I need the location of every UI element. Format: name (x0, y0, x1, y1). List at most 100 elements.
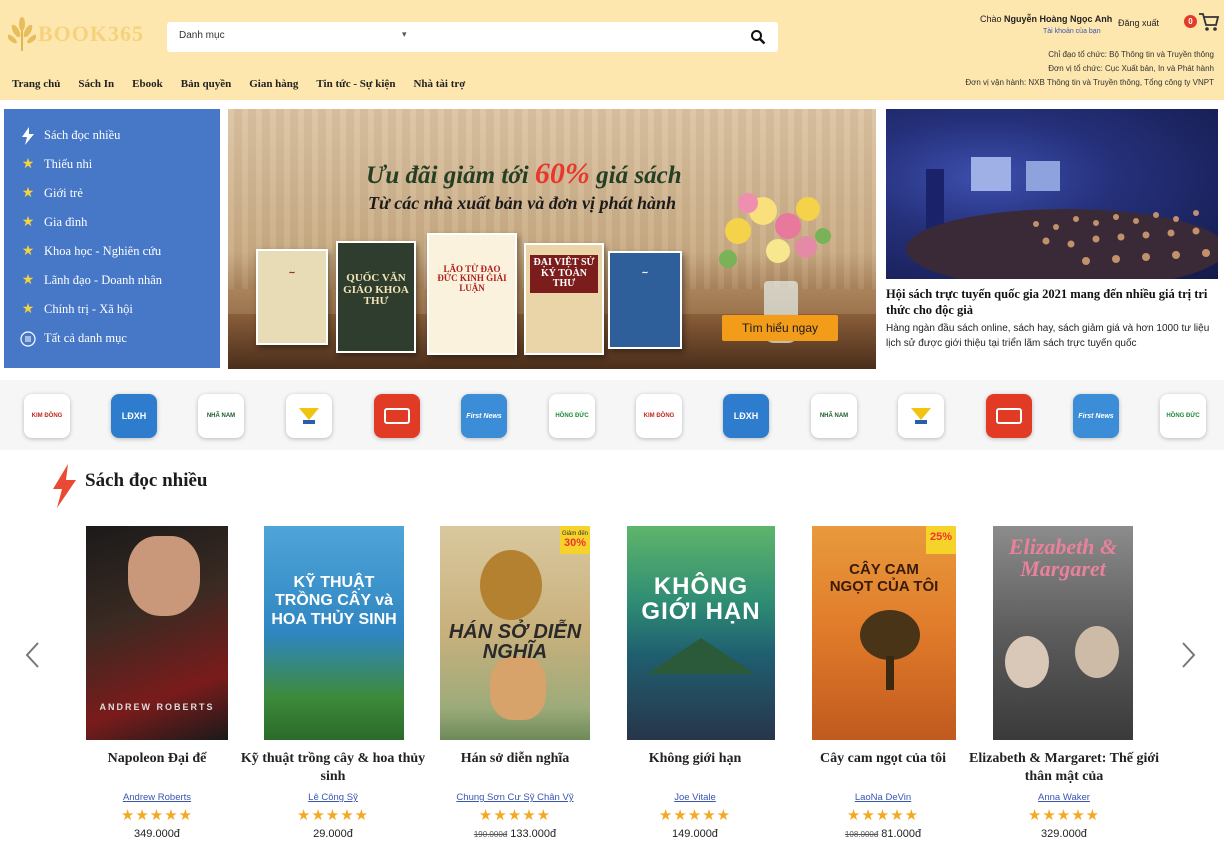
cart-button[interactable]: 0 (1184, 12, 1220, 34)
nav-news-events[interactable]: Tin tức - Sự kiện (316, 78, 395, 90)
category-dropdown[interactable]: Danh mục (179, 30, 225, 41)
sidebar-item-politics[interactable]: ★ Chính trị - Xã hội (4, 295, 220, 324)
banner-book-image: ∼ (608, 251, 682, 349)
section-title: Sách đọc nhiều (85, 470, 208, 491)
sidebar-item-family[interactable]: ★ Gia đình (4, 208, 220, 237)
book-author[interactable]: Chung Sơn Cư Sỹ Chân Vỹ (420, 792, 610, 803)
book-price: 29.000đ (313, 828, 353, 840)
book-price: 349.000đ (134, 828, 180, 840)
nav-stalls[interactable]: Gian hàng (249, 78, 298, 90)
organizer-line: Chỉ đạo tổ chức: Bộ Thông tin và Truyền … (1048, 50, 1214, 59)
wheat-logo-icon (8, 17, 36, 51)
publisher-logo[interactable] (286, 394, 332, 438)
banner-book-image: LÃO TỬ ĐẠO ĐỨC KINH GIẢI LUẬN (427, 233, 517, 355)
rating-stars: ★★★★★ (846, 807, 920, 824)
search-icon[interactable] (750, 29, 766, 45)
nav-sponsors[interactable]: Nhà tài trợ (413, 78, 465, 90)
publisher-logo-firstnews[interactable]: First News (1073, 394, 1119, 438)
carousel-next-arrow[interactable] (1178, 640, 1198, 670)
book-price: 190.000đ 133.000đ (473, 828, 557, 840)
book-cover[interactable]: ANDREW ROBERTS (86, 526, 228, 740)
banner-book-image: ĐẠI VIỆT SỬ KÝ TOÀN THƯ (524, 243, 604, 355)
sidebar-item-most-read[interactable]: Sách đọc nhiều (4, 121, 220, 150)
old-price: 108.000đ (844, 830, 879, 839)
publisher-logo[interactable] (898, 394, 944, 438)
category-sidebar: Sách đọc nhiều ★ Thiếu nhi ★ Giới trẻ ★ … (4, 109, 220, 368)
news-title[interactable]: Hội sách trực tuyến quốc gia 2021 mang đ… (886, 287, 1222, 318)
sidebar-item-youth[interactable]: ★ Giới trẻ (4, 179, 220, 208)
book-price: 329.000đ (1041, 828, 1087, 840)
book-title[interactable]: Napoleon Đại đế (62, 750, 252, 768)
book-price: 149.000đ (672, 828, 718, 840)
book-title[interactable]: Cây cam ngọt của tôi (788, 750, 978, 768)
rating-stars: ★★★★★ (478, 807, 552, 824)
star-icon: ★ (21, 273, 35, 288)
publisher-strip: KIM ĐỒNG LĐXH NHÃ NAM First News HỒNG ĐỨ… (0, 380, 1224, 450)
publisher-logo-nhanam[interactable]: NHÃ NAM (198, 394, 244, 438)
banner-book-image: ∼ (256, 249, 328, 345)
book-title[interactable]: Không giới hạn (600, 750, 790, 768)
publisher-logo-nhanam[interactable]: NHÃ NAM (811, 394, 857, 438)
lightning-icon (53, 464, 76, 508)
banner-title: Ưu đãi giảm tới 60% giá sách (366, 157, 682, 190)
organizer-line: Đơn vị vận hành: NXB Thông tin và Truyền… (965, 78, 1214, 87)
book-author[interactable]: Lê Công Sỹ (238, 792, 428, 803)
nav-home[interactable]: Trang chủ (12, 78, 60, 90)
publisher-logo-kimdong[interactable]: KIM ĐỒNG (24, 394, 70, 438)
carousel-prev-arrow[interactable] (23, 640, 43, 670)
publisher-logo-kimdong[interactable]: KIM ĐỒNG (636, 394, 682, 438)
sidebar-item-children[interactable]: ★ Thiếu nhi (4, 150, 220, 179)
logo[interactable]: BOOK365 (8, 14, 148, 54)
book-author[interactable]: Anna Waker (969, 792, 1159, 803)
news-description: Hàng ngàn đầu sách online, sách hay, sác… (886, 323, 1210, 349)
discount-badge: 25% (926, 526, 956, 554)
sidebar-item-all-categories[interactable]: Tất cả danh mục (4, 324, 220, 353)
star-icon: ★ (21, 244, 35, 259)
publisher-logo-ldxh[interactable]: LĐXH (723, 394, 769, 438)
logout-button[interactable]: Đăng xuất (1118, 18, 1159, 28)
book-author[interactable]: Joe Vitale (600, 792, 790, 803)
sidebar-item-science[interactable]: ★ Khoa học - Nghiên cứu (4, 237, 220, 266)
promo-banner[interactable]: Ưu đãi giảm tới 60% giá sách Từ các nhà … (228, 109, 876, 369)
banner-book-image: QUỐC VĂN GIÁO KHOA THƯ (336, 241, 416, 353)
book-cover[interactable]: Elizabeth & Margaret (993, 526, 1133, 740)
publisher-logo-hongduc[interactable]: HỒNG ĐỨC (549, 394, 595, 438)
rating-stars: ★★★★★ (120, 807, 194, 824)
book-price: 108.000đ 81.000đ (844, 828, 922, 840)
rating-stars: ★★★★★ (658, 807, 732, 824)
book-cover[interactable]: CÂY CAM NGỌT CỦA TÔI 25% (812, 526, 956, 740)
news-image[interactable] (886, 109, 1218, 279)
star-icon: ★ (21, 186, 35, 201)
book-title[interactable]: Elizabeth & Margaret: Thế giới thân mật … (969, 750, 1159, 786)
cart-count-badge: 0 (1184, 15, 1197, 28)
cart-icon (1199, 13, 1220, 31)
book-cover[interactable]: HÁN SỞ DIỄN NGHĨA Giảm đến 30% (440, 526, 590, 740)
book-cover[interactable]: KHÔNG GIỚI HẠN (627, 526, 775, 740)
publisher-logo-firstnews[interactable]: First News (461, 394, 507, 438)
book-cover[interactable]: KỸ THUẬT TRỒNG CÂY và HOA THỦY SINH (264, 526, 404, 740)
publisher-logo[interactable] (374, 394, 420, 438)
nav-print-books[interactable]: Sách In (78, 78, 114, 90)
book-author[interactable]: LaoNa DeVin (788, 792, 978, 803)
main-nav: Trang chủ Sách In Ebook Bản quyền Gian h… (12, 78, 483, 90)
book-title[interactable]: Hán sở diễn nghĩa (420, 750, 610, 768)
old-price: 190.000đ (473, 830, 508, 839)
book-title[interactable]: Kỹ thuật trồng cây & hoa thủy sinh (238, 750, 428, 786)
chevron-down-icon: ▾ (402, 29, 407, 39)
banner-cta-button[interactable]: Tìm hiểu ngay (722, 315, 838, 341)
account-link[interactable]: Tài khoản của bạn (1043, 28, 1101, 35)
user-greeting: Chào Nguyễn Hoàng Ngọc Anh (980, 14, 1113, 24)
publisher-logo-ldxh[interactable]: LĐXH (111, 394, 157, 438)
nav-ebook[interactable]: Ebook (132, 78, 163, 90)
organizer-line: Đơn vị tổ chức: Cục Xuất bản, In và Phát… (1048, 64, 1214, 73)
nav-copyright[interactable]: Bản quyền (181, 78, 231, 90)
list-icon (20, 330, 36, 347)
site-header: BOOK365 Danh mục ▾ Trang chủ Sách In Ebo… (0, 0, 1224, 100)
sidebar-item-leadership[interactable]: ★ Lãnh đạo - Doanh nhân (4, 266, 220, 295)
book-author[interactable]: Andrew Roberts (62, 792, 252, 803)
star-icon: ★ (21, 157, 35, 172)
publisher-logo-hongduc[interactable]: HỒNG ĐỨC (1160, 394, 1206, 438)
publisher-logo[interactable] (986, 394, 1032, 438)
rating-stars: ★★★★★ (296, 807, 370, 824)
search-bar[interactable]: Danh mục ▾ (167, 22, 778, 52)
